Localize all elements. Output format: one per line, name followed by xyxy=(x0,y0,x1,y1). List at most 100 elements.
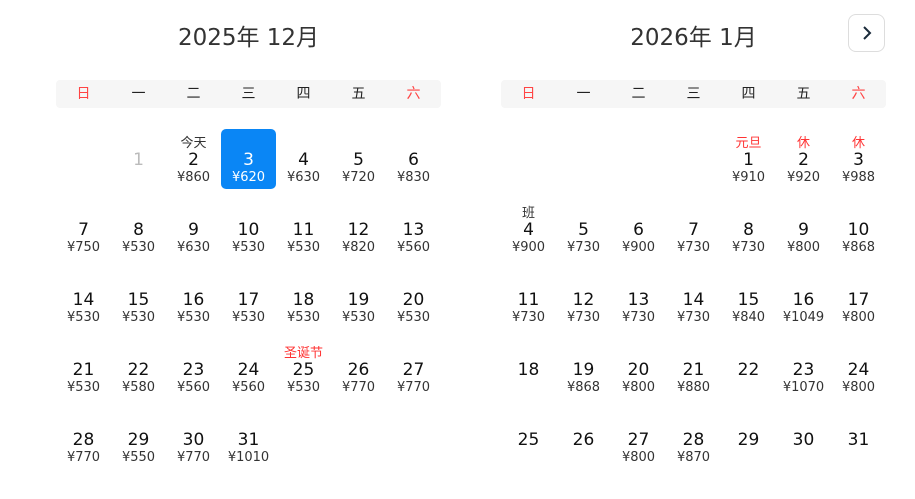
day-number: 18 xyxy=(292,290,315,310)
day-cell[interactable]: 元旦 1 ¥910 xyxy=(721,129,776,189)
day-number: 30 xyxy=(182,430,205,450)
day-cell[interactable]: 7 ¥750 xyxy=(56,199,111,259)
day-tag: 休 xyxy=(796,136,810,151)
day-cell[interactable]: 19 ¥530 xyxy=(331,269,386,329)
weekday-label: 四 xyxy=(296,86,311,102)
day-cell[interactable]: 18 ¥530 xyxy=(276,269,331,329)
day-cell[interactable]: 30 ¥770 xyxy=(166,409,221,469)
day-cell[interactable]: 10 ¥868 xyxy=(831,199,886,259)
day-cell-selected[interactable]: 3 ¥620 xyxy=(221,129,276,189)
day-cell[interactable]: 5 ¥720 xyxy=(331,129,386,189)
day-price: ¥868 xyxy=(566,380,601,395)
day-price: ¥580 xyxy=(121,380,156,395)
next-month-button[interactable] xyxy=(848,14,885,52)
day-tag: 元旦 xyxy=(735,136,762,151)
day-price: ¥770 xyxy=(341,380,376,395)
day-cell[interactable]: 13 ¥560 xyxy=(386,199,441,259)
day-number: 29 xyxy=(737,430,760,450)
day-grid: 元旦 1 ¥910 休 2 ¥920 休 3 ¥988 班 4 ¥900 5 ¥730 6 ¥900 7 ¥730… xyxy=(501,129,886,479)
day-number: 7 xyxy=(688,220,699,240)
week-row: 7 ¥750 8 ¥530 9 ¥630 10 ¥530 11 ¥530 12 ¥820 13 ¥560 xyxy=(56,199,441,269)
day-cell[interactable]: 圣诞节 25 ¥530 xyxy=(276,339,331,399)
empty-cell xyxy=(276,409,331,469)
day-cell[interactable]: 29 ¥550 xyxy=(111,409,166,469)
day-cell[interactable]: 20 ¥530 xyxy=(386,269,441,329)
day-cell[interactable]: 23 ¥560 xyxy=(166,339,221,399)
weekday-label: 六 xyxy=(851,86,866,102)
day-number: 13 xyxy=(627,290,650,310)
day-cell[interactable]: 23 ¥1070 xyxy=(776,339,831,399)
day-cell[interactable]: 9 ¥800 xyxy=(776,199,831,259)
day-cell[interactable]: 10 ¥530 xyxy=(221,199,276,259)
day-cell[interactable]: 17 ¥800 xyxy=(831,269,886,329)
day-number: 1 xyxy=(133,150,144,170)
day-cell[interactable]: 班 4 ¥900 xyxy=(501,199,556,259)
day-cell[interactable]: 6 ¥900 xyxy=(611,199,666,259)
day-cell[interactable]: 休 2 ¥920 xyxy=(776,129,831,189)
day-cell[interactable]: 28 ¥770 xyxy=(56,409,111,469)
weekday-label: 五 xyxy=(796,86,811,102)
day-cell[interactable]: 休 3 ¥988 xyxy=(831,129,886,189)
day-cell[interactable]: 24 ¥800 xyxy=(831,339,886,399)
day-price: ¥770 xyxy=(176,450,211,465)
week-row: 21 ¥530 22 ¥580 23 ¥560 24 ¥560 圣诞节 25 ¥530 26 ¥770 2… xyxy=(56,339,441,409)
day-price: ¥730 xyxy=(676,240,711,255)
day-cell[interactable]: 16 ¥1049 xyxy=(776,269,831,329)
day-cell[interactable]: 28 ¥870 xyxy=(666,409,721,469)
day-number: 14 xyxy=(682,290,705,310)
day-cell[interactable]: 5 ¥730 xyxy=(556,199,611,259)
day-cell[interactable]: 22 ¥580 xyxy=(111,339,166,399)
day-cell[interactable]: 17 ¥530 xyxy=(221,269,276,329)
day-cell[interactable]: 8 ¥530 xyxy=(111,199,166,259)
day-cell[interactable]: 11 ¥530 xyxy=(276,199,331,259)
day-cell: 25 xyxy=(501,409,556,469)
day-cell[interactable]: 26 ¥770 xyxy=(331,339,386,399)
week-row: 1 今天 2 ¥860 3 ¥620 4 ¥630 5 ¥720 6 ¥830 xyxy=(56,129,441,199)
day-cell[interactable]: 8 ¥730 xyxy=(721,199,776,259)
day-grid: 1 今天 2 ¥860 3 ¥620 4 ¥630 5 ¥720 6 ¥830 7 ¥750 8 ¥530 9 ¥… xyxy=(56,129,441,479)
day-number: 28 xyxy=(682,430,705,450)
day-cell[interactable]: 15 ¥530 xyxy=(111,269,166,329)
day-price: ¥840 xyxy=(731,310,766,325)
day-cell[interactable]: 19 ¥868 xyxy=(556,339,611,399)
day-cell[interactable]: 今天 2 ¥860 xyxy=(166,129,221,189)
day-cell[interactable]: 16 ¥530 xyxy=(166,269,221,329)
empty-cell xyxy=(611,129,666,189)
day-number: 21 xyxy=(72,360,95,380)
day-number: 17 xyxy=(847,290,870,310)
day-cell[interactable]: 27 ¥770 xyxy=(386,339,441,399)
month-title: 2025年 12月 xyxy=(177,25,320,51)
day-price: ¥550 xyxy=(121,450,156,465)
day-price: ¥560 xyxy=(231,380,266,395)
day-cell[interactable]: 6 ¥830 xyxy=(386,129,441,189)
day-number: 27 xyxy=(627,430,650,450)
day-cell[interactable]: 15 ¥840 xyxy=(721,269,776,329)
day-cell[interactable]: 12 ¥820 xyxy=(331,199,386,259)
day-cell: 30 xyxy=(776,409,831,469)
day-cell[interactable]: 31 ¥1010 xyxy=(221,409,276,469)
day-number: 22 xyxy=(737,360,760,380)
weekday-label: 二 xyxy=(631,86,646,102)
day-number: 20 xyxy=(402,290,425,310)
day-cell[interactable]: 14 ¥730 xyxy=(666,269,721,329)
day-number: 5 xyxy=(578,220,589,240)
day-cell[interactable]: 14 ¥530 xyxy=(56,269,111,329)
day-cell[interactable]: 24 ¥560 xyxy=(221,339,276,399)
day-cell[interactable]: 9 ¥630 xyxy=(166,199,221,259)
day-cell: 26 xyxy=(556,409,611,469)
day-cell[interactable]: 21 ¥530 xyxy=(56,339,111,399)
day-number: 23 xyxy=(792,360,815,380)
day-number: 2 xyxy=(798,150,809,170)
day-number: 12 xyxy=(572,290,595,310)
day-cell[interactable]: 7 ¥730 xyxy=(666,199,721,259)
day-cell[interactable]: 21 ¥880 xyxy=(666,339,721,399)
day-number: 6 xyxy=(633,220,644,240)
day-number: 14 xyxy=(72,290,95,310)
day-cell[interactable]: 11 ¥730 xyxy=(501,269,556,329)
day-cell[interactable]: 12 ¥730 xyxy=(556,269,611,329)
day-cell[interactable]: 27 ¥800 xyxy=(611,409,666,469)
day-price: ¥530 xyxy=(286,240,321,255)
day-cell[interactable]: 20 ¥800 xyxy=(611,339,666,399)
day-cell[interactable]: 13 ¥730 xyxy=(611,269,666,329)
day-cell[interactable]: 4 ¥630 xyxy=(276,129,331,189)
